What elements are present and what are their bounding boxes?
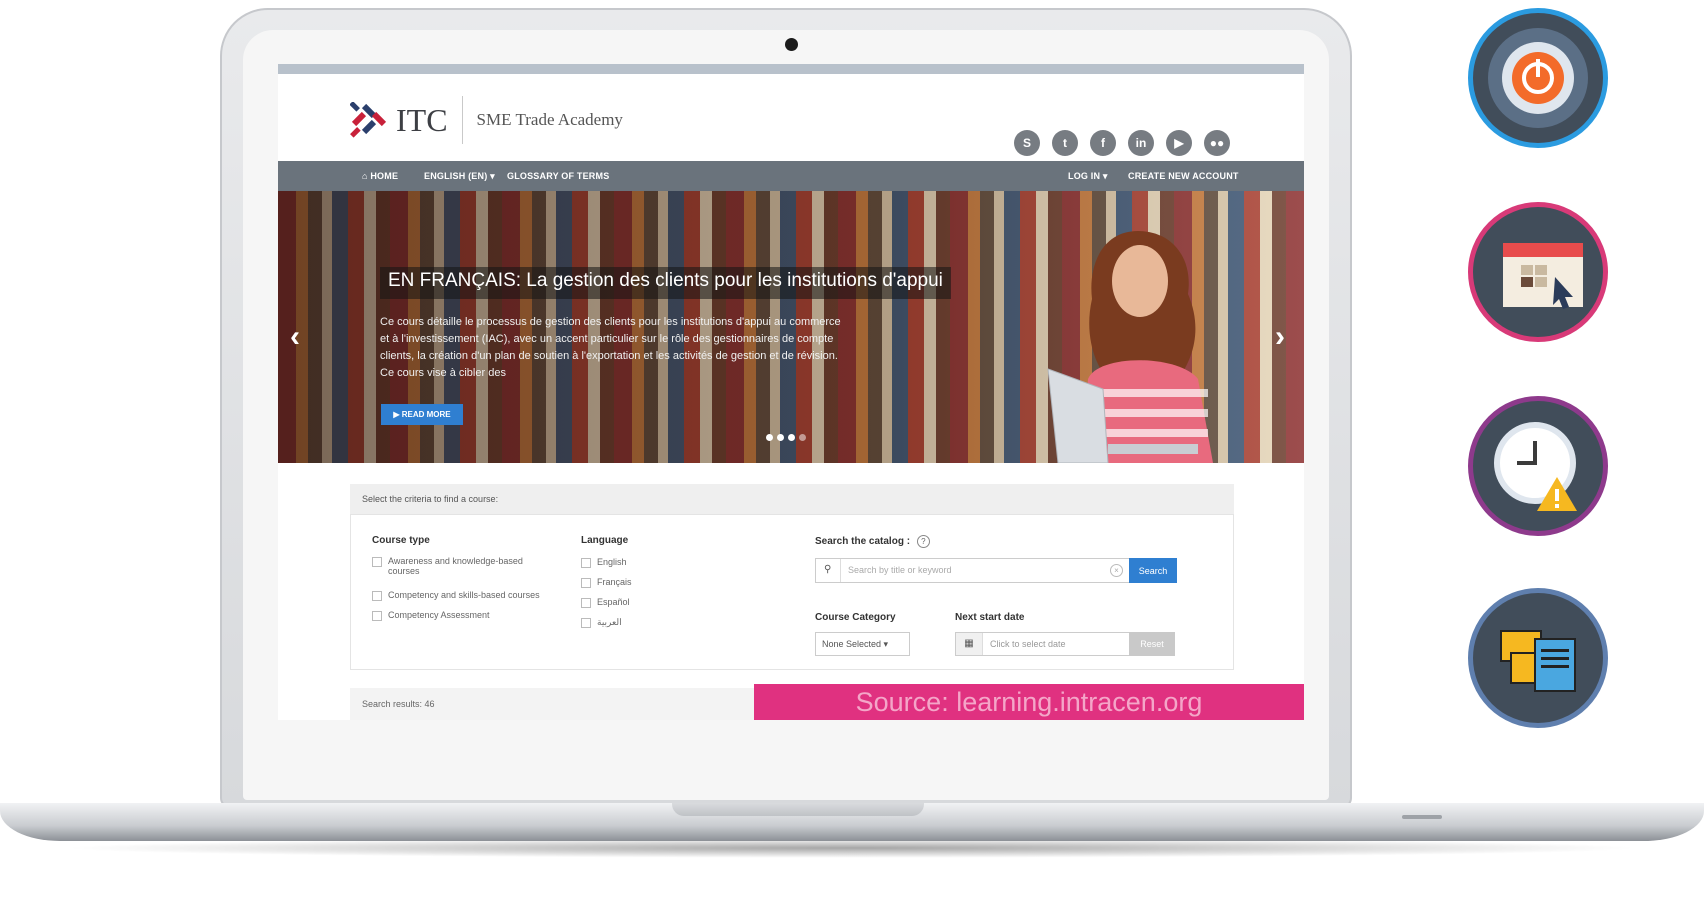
language-option[interactable]: العربية <box>581 617 622 628</box>
nav-language[interactable]: ENGLISH (EN) ▾ <box>424 171 495 182</box>
option-label: Competency and skills-based courses <box>388 590 540 600</box>
option-label: Awareness and knowledge-based courses <box>388 556 523 576</box>
linkedin-icon[interactable]: in <box>1128 130 1154 156</box>
skype-icon[interactable]: S <box>1014 130 1040 156</box>
search-button[interactable]: Search <box>1129 558 1177 583</box>
language-label: Language <box>581 535 629 546</box>
nav-home[interactable]: ⌂ HOME <box>362 171 398 181</box>
search-catalog-text: Search the catalog : <box>815 536 911 547</box>
laptop-notch <box>672 803 924 816</box>
read-more-button[interactable]: ▶ READ MORE <box>381 404 463 425</box>
search-icon: ⚲ <box>824 564 832 575</box>
reset-button[interactable]: Reset <box>1129 632 1175 656</box>
checkbox[interactable] <box>372 557 382 567</box>
checkbox[interactable] <box>372 591 382 601</box>
flickr-icon[interactable]: ●● <box>1204 130 1230 156</box>
course-category-select[interactable]: None Selected ▾ <box>815 632 910 656</box>
filter-header: Select the criteria to find a course: <box>350 484 1234 514</box>
site-subtitle: SME Trade Academy <box>476 110 623 129</box>
option-label: English <box>597 557 627 567</box>
calendar-icon: ▦ <box>956 633 983 655</box>
search-placeholder: Search by title or keyword <box>848 565 952 575</box>
itc-logo-icon <box>349 101 392 138</box>
search-catalog-label: Search the catalog : ? <box>815 535 930 548</box>
site-logo[interactable]: ITC SME Trade Academy <box>349 96 623 144</box>
facebook-icon[interactable]: f <box>1090 130 1116 156</box>
option-label: Competency Assessment <box>388 610 490 620</box>
main-navbar: ⌂ HOME ENGLISH (EN) ▾ GLOSSARY OF TERMS … <box>278 161 1304 191</box>
hero-description: Ce cours détaille le processus de gestio… <box>380 316 841 379</box>
option-label: Français <box>597 577 632 587</box>
carousel-prev-icon[interactable]: ‹ <box>290 320 300 354</box>
help-icon[interactable]: ? <box>916 535 930 548</box>
nav-login[interactable]: LOG IN ▾ <box>1068 171 1108 182</box>
social-links: S t f in ▶ ●● <box>1002 130 1230 156</box>
student-with-laptop-image <box>1047 231 1213 463</box>
nav-home-label: HOME <box>370 171 399 181</box>
language-option[interactable]: Français <box>581 577 632 588</box>
clock-warning-icon <box>1468 396 1608 536</box>
carousel-next-icon[interactable]: › <box>1275 320 1285 354</box>
checkbox[interactable] <box>581 618 591 628</box>
checkbox[interactable] <box>581 598 591 608</box>
checkbox[interactable] <box>372 611 382 621</box>
nav-glossary[interactable]: GLOSSARY OF TERMS <box>507 171 609 181</box>
carousel-dot[interactable] <box>799 434 806 441</box>
carousel-dot[interactable] <box>777 434 784 441</box>
documents-icon <box>1468 588 1608 728</box>
language-option[interactable]: English <box>581 557 627 568</box>
twitter-icon[interactable]: t <box>1052 130 1078 156</box>
clear-icon[interactable]: × <box>1110 564 1123 577</box>
course-type-option[interactable]: Awareness and knowledge-based courses <box>372 556 542 576</box>
next-start-date-label: Next start date <box>955 612 1025 623</box>
option-label: العربية <box>597 617 622 627</box>
laptop-screen: ITC SME Trade Academy S t f in ▶ ●● ⌂ HO… <box>278 64 1304 720</box>
checkbox[interactable] <box>581 578 591 588</box>
course-type-label: Course type <box>372 535 430 546</box>
carousel-dot[interactable] <box>766 434 773 441</box>
calendar-icon <box>1468 202 1608 342</box>
course-type-option[interactable]: Competency and skills-based courses <box>372 590 562 601</box>
logo-divider <box>461 96 463 144</box>
camera-icon <box>785 38 798 51</box>
course-type-option[interactable]: Competency Assessment <box>372 610 562 621</box>
logo-text: ITC <box>396 101 448 138</box>
nav-create-account[interactable]: CREATE NEW ACCOUNT <box>1128 171 1239 181</box>
language-option[interactable]: Español <box>581 597 630 608</box>
power-icon <box>1468 8 1608 148</box>
hero-title: EN FRANÇAIS: La gestion des clients pour… <box>380 267 951 299</box>
carousel-indicators <box>766 434 810 441</box>
search-input[interactable]: ⚲ Search by title or keyword × <box>815 558 1130 583</box>
top-strip <box>278 64 1304 74</box>
date-placeholder: Click to select date <box>990 639 1066 649</box>
date-input[interactable]: ▦ Click to select date <box>955 632 1130 656</box>
carousel-dot[interactable] <box>788 434 795 441</box>
laptop-port <box>1402 815 1442 819</box>
laptop-shadow <box>60 838 1644 858</box>
checkbox[interactable] <box>581 558 591 568</box>
option-label: Español <box>597 597 630 607</box>
course-category-label: Course Category <box>815 612 896 623</box>
source-caption: Source: learning.intracen.org <box>754 684 1304 720</box>
youtube-icon[interactable]: ▶ <box>1166 130 1192 156</box>
